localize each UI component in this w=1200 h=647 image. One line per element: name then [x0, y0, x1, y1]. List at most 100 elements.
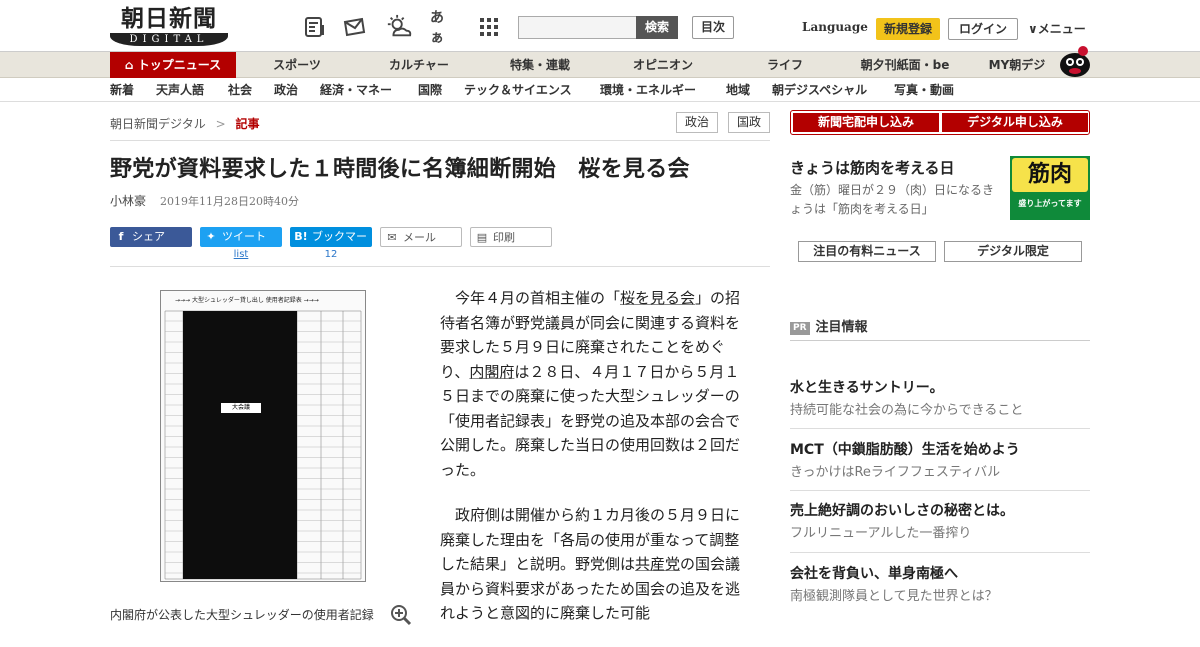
nav2-politics[interactable]: 政治: [274, 78, 298, 102]
nav-features[interactable]: 特集・連載: [500, 52, 580, 78]
twitter-count[interactable]: list: [200, 249, 282, 260]
tab-digital-only[interactable]: デジタル限定: [944, 241, 1082, 262]
promo-image-text: 筋肉: [1012, 158, 1088, 192]
promo-title[interactable]: きょうは筋肉を考える日: [790, 157, 955, 178]
tag-national[interactable]: 国政: [728, 112, 770, 133]
share-label: メール: [403, 231, 436, 244]
print-icon: ▤: [476, 231, 488, 244]
newspaper-delivery-button[interactable]: 新聞宅配申し込み: [793, 113, 939, 132]
pr-item-sub: 南極観測隊員として見た世界とは？: [790, 589, 998, 604]
tag-politics[interactable]: 政治: [676, 112, 718, 133]
nav-newspaper[interactable]: 朝夕刊紙面・be: [850, 52, 960, 78]
nav2-region[interactable]: 地域: [726, 78, 750, 102]
facebook-icon: f: [118, 230, 124, 243]
author[interactable]: 小林豪: [110, 194, 146, 208]
nav-my-asadigi[interactable]: MY朝デジ: [982, 52, 1052, 78]
nav2-tensei[interactable]: 天声人語: [156, 78, 204, 102]
nav-culture[interactable]: カルチャー: [378, 52, 460, 78]
nav-sports[interactable]: スポーツ: [262, 52, 332, 78]
hatena-bookmark-button[interactable]: B! ブックマーク: [290, 227, 372, 263]
pr-item-title: 水と生きるサントリー。: [790, 380, 944, 396]
toc-button[interactable]: 目次: [692, 16, 734, 39]
login-button[interactable]: ログイン: [948, 18, 1018, 40]
link-jcp[interactable]: 共産党: [635, 555, 680, 573]
asahi-logo[interactable]: 朝日新聞 DIGITAL: [110, 6, 228, 48]
mail-icon[interactable]: [342, 14, 368, 40]
pr-heading: PR 注目情報: [790, 316, 868, 335]
share-label: 印刷: [493, 231, 515, 244]
nav-life[interactable]: ライフ: [756, 52, 814, 78]
nav2-photo[interactable]: 写真・動画: [894, 78, 954, 102]
search-input[interactable]: [518, 16, 636, 39]
print-button[interactable]: ▤ 印刷: [470, 227, 552, 247]
pr-badge: PR: [790, 322, 810, 335]
shredder-record-sheet: →→→ 大型シュレッダー貸し出し 使用者記録表 →→→ 大会議: [160, 290, 366, 582]
mail-share-button[interactable]: ✉ メール: [380, 227, 462, 247]
divider: [790, 490, 1090, 491]
divider: [790, 428, 1090, 429]
mail-icon: ✉: [387, 231, 397, 244]
menu-button[interactable]: ∨メニュー: [1028, 20, 1086, 37]
divider: [790, 340, 1090, 341]
text: 今年４月の首相主催の「: [455, 289, 621, 307]
breadcrumb: 朝日新聞デジタル > 記事: [110, 115, 260, 132]
logo-subtext: DIGITAL: [110, 33, 228, 46]
nav-opinion[interactable]: オピニオン: [620, 52, 706, 78]
mascot-icon[interactable]: [1058, 44, 1092, 78]
nav-label: トップニュース: [137, 58, 222, 72]
signup-button[interactable]: 新規登録: [876, 18, 940, 40]
grid-menu-icon[interactable]: [476, 14, 502, 40]
nav2-environment[interactable]: 環境・エネルギー: [600, 78, 696, 102]
hatena-count[interactable]: 12: [290, 249, 372, 260]
muscle-promo-image[interactable]: 筋肉 盛り上がってます: [1010, 156, 1090, 220]
digital-signup-button[interactable]: デジタル申し込み: [942, 113, 1088, 132]
nav2-latest[interactable]: 新着: [110, 78, 134, 102]
pr-item-sub: 持続可能な社会の為に今からできること: [790, 403, 1024, 418]
newspaper-icon[interactable]: [302, 14, 328, 40]
pr-item[interactable]: MCT（中鎖脂肪酸）生活を始めよう きっかけはReライフフェスティバル: [790, 440, 1090, 483]
pr-heading-label: 注目情報: [815, 320, 868, 335]
logo-text: 朝日新聞: [121, 5, 217, 32]
menu-label: メニュー: [1037, 22, 1086, 36]
site-header: 朝日新聞 DIGITAL あぁ 検索 目次 Language 新規登録 ログイン…: [0, 0, 1200, 52]
nav-top-news[interactable]: ⌂ トップニュース: [110, 52, 236, 78]
hatena-icon: B!: [294, 230, 308, 243]
nav2-international[interactable]: 国際: [418, 78, 442, 102]
nav2-economy[interactable]: 経済・マネー: [320, 78, 392, 102]
weather-icon[interactable]: [386, 14, 412, 40]
twitter-share-button[interactable]: ✦ ツイート: [200, 227, 282, 247]
search-button[interactable]: 検索: [636, 16, 678, 39]
article-photo[interactable]: →→→ 大型シュレッダー貸し出し 使用者記録表 →→→ 大会議: [150, 290, 372, 588]
nav2-tech[interactable]: テック＆サイエンス: [464, 78, 572, 102]
publish-datetime: 2019年11月28日20時40分: [160, 195, 299, 208]
byline: 小林豪 2019年11月28日20時40分: [110, 192, 299, 209]
nav2-society[interactable]: 社会: [228, 78, 252, 102]
promo-text: 金（筋）曜日が２９（肉）日になるきょうは「筋肉を考える日」: [790, 183, 995, 216]
divider: [110, 140, 770, 141]
pr-item[interactable]: 売上絶好調のおいしさの秘密とは。 フルリニューアルした一番搾り: [790, 501, 1090, 544]
facebook-share-button[interactable]: f シェア: [110, 227, 192, 247]
home-icon: ⌂: [124, 58, 138, 72]
pr-item-sub: フルリニューアルした一番搾り: [790, 526, 972, 541]
promo-image-subtext: 盛り上がってます: [1018, 199, 1082, 208]
pr-item-title: MCT（中鎖脂肪酸）生活を始めよう: [790, 442, 1020, 458]
tab-paid-news[interactable]: 注目の有料ニュース: [798, 241, 936, 262]
secondary-nav: 新着 天声人語 社会 政治 経済・マネー 国際 テック＆サイエンス 環境・エネル…: [0, 78, 1200, 102]
redaction-label: 大会議: [221, 403, 261, 413]
twitter-icon: ✦: [206, 230, 216, 243]
breadcrumb-home[interactable]: 朝日新聞デジタル: [110, 117, 206, 131]
link-cabinet-office[interactable]: 内閣府: [469, 363, 514, 381]
nav2-special[interactable]: 朝デジスペシャル: [772, 78, 867, 102]
pr-item[interactable]: 水と生きるサントリー。持続可能な社会の為に今からできること: [790, 378, 1090, 421]
paragraph: 今年４月の首相主催の「桜を見る会」の招待者名簿が野党議員が同会に関連する資料を要…: [440, 286, 750, 482]
breadcrumb-current: 記事: [235, 117, 260, 131]
font-size-icon[interactable]: あぁ: [430, 10, 456, 46]
language-link[interactable]: Language: [802, 20, 868, 34]
share-label: シェア: [132, 230, 165, 243]
zoom-icon[interactable]: [390, 604, 412, 626]
paragraph: 政府側は開催から約１カ月後の５月９日に廃棄した理由を「各局の使用が重なって調整し…: [440, 503, 750, 626]
link-sakura[interactable]: 桜を見る会: [620, 289, 695, 307]
article-body: 今年４月の首相主催の「桜を見る会」の招待者名簿が野党議員が同会に関連する資料を要…: [440, 286, 750, 647]
divider: [790, 552, 1090, 553]
pr-item[interactable]: 会社を背負い、単身南極へ 南極観測隊員として見た世界とは？: [790, 564, 1090, 607]
